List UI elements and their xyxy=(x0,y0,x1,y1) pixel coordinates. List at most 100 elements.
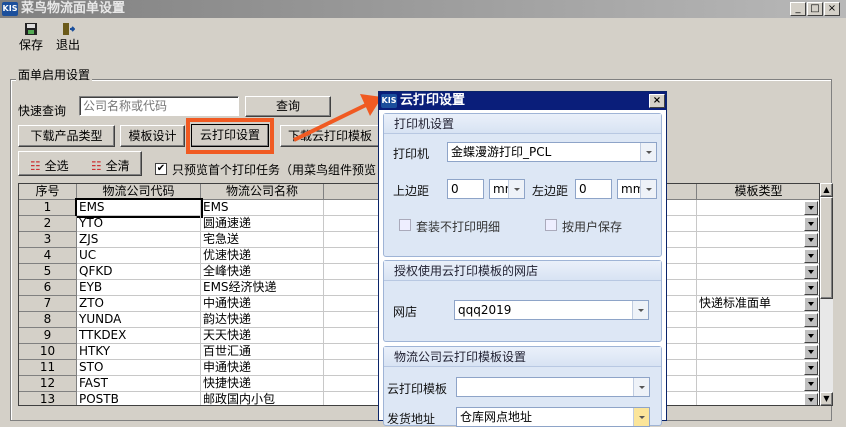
cell-code[interactable]: HTKY xyxy=(77,344,201,360)
scroll-down-icon[interactable]: ▼ xyxy=(820,392,833,406)
dropdown-arrow-icon[interactable] xyxy=(804,361,818,375)
dropdown-arrow-icon[interactable] xyxy=(804,201,818,215)
cell-name[interactable]: 圆通速递 xyxy=(201,216,324,232)
cell-name[interactable]: 韵达快递 xyxy=(201,312,324,328)
cell-type[interactable] xyxy=(697,360,819,376)
exit-button[interactable]: 退出 xyxy=(54,22,82,53)
cell-n[interactable]: 8 xyxy=(19,312,77,328)
window-title: 菜鸟物流面单设置 xyxy=(21,1,126,16)
cell-name[interactable]: 优速快递 xyxy=(201,248,324,264)
cell-n[interactable]: 13 xyxy=(19,392,77,405)
cell-code[interactable]: YTO xyxy=(77,216,201,232)
col-header-index[interactable]: 序号 xyxy=(19,184,77,200)
scroll-up-icon[interactable]: ▲ xyxy=(820,183,833,197)
address-select[interactable]: 仓库网点地址 xyxy=(456,407,650,427)
dropdown-arrow-icon[interactable] xyxy=(804,281,818,295)
dropdown-arrow-icon[interactable] xyxy=(804,393,818,405)
cell-type[interactable] xyxy=(697,344,819,360)
minimize-button[interactable]: _ xyxy=(790,2,806,16)
grid-scrollbar[interactable]: ▲ ▼ xyxy=(820,183,833,406)
cell-code[interactable]: YUNDA xyxy=(77,312,201,328)
select-all-button[interactable]: ☷ 全选 xyxy=(30,157,69,174)
cell-name[interactable]: 申通快递 xyxy=(201,360,324,376)
cell-type[interactable] xyxy=(697,232,819,248)
dropdown-arrow-icon[interactable] xyxy=(804,313,818,327)
cell-type[interactable]: 快递标准面单 xyxy=(697,296,819,312)
save-icon xyxy=(25,23,37,35)
cell-n[interactable]: 12 xyxy=(19,376,77,392)
top-unit-select[interactable]: mm xyxy=(489,179,525,199)
cell-n[interactable]: 6 xyxy=(19,280,77,296)
dropdown-arrow-icon[interactable] xyxy=(804,265,818,279)
cell-type[interactable] xyxy=(697,264,819,280)
cell-code[interactable]: FAST xyxy=(77,376,201,392)
left-margin-input[interactable]: 0 xyxy=(575,179,612,199)
cell-name[interactable]: 邮政国内小包 xyxy=(201,392,324,405)
top-margin-input[interactable]: 0 xyxy=(447,179,484,199)
close-button[interactable]: × xyxy=(824,2,840,16)
preview-checkbox[interactable]: ✔ xyxy=(155,163,167,175)
clear-all-label: 全清 xyxy=(105,159,130,173)
maximize-button[interactable]: □ xyxy=(807,2,823,16)
dropdown-arrow-icon[interactable] xyxy=(804,233,818,247)
col-header-code[interactable]: 物流公司代码 xyxy=(77,184,201,200)
col-header-name[interactable]: 物流公司名称 xyxy=(201,184,324,200)
cell-name[interactable]: EMS xyxy=(201,200,324,216)
cell-name[interactable]: 中通快递 xyxy=(201,296,324,312)
template-select[interactable] xyxy=(456,377,650,397)
left-unit-select[interactable]: mm xyxy=(617,179,657,199)
cell-code[interactable]: ZTO xyxy=(77,296,201,312)
cell-n[interactable]: 9 xyxy=(19,328,77,344)
cell-n[interactable]: 7 xyxy=(19,296,77,312)
cell-n[interactable]: 1 xyxy=(19,200,77,216)
cell-code[interactable]: TTKDEX xyxy=(77,328,201,344)
cell-code[interactable]: STO xyxy=(77,360,201,376)
cell-name[interactable]: 天天快递 xyxy=(201,328,324,344)
cell-n[interactable]: 10 xyxy=(19,344,77,360)
dropdown-arrow-icon[interactable] xyxy=(804,345,818,359)
cell-name[interactable]: 快捷快递 xyxy=(201,376,324,392)
shop-select[interactable]: qqq2019 xyxy=(454,300,649,320)
cell-type[interactable] xyxy=(697,200,819,216)
cell-name[interactable]: EMS经济快递 xyxy=(201,280,324,296)
cloud-print-settings-button[interactable]: 云打印设置 xyxy=(191,124,269,147)
dropdown-arrow-icon[interactable] xyxy=(804,297,818,311)
cell-type[interactable] xyxy=(697,280,819,296)
save-button[interactable]: 保存 xyxy=(18,22,44,53)
cell-type[interactable] xyxy=(697,216,819,232)
search-input[interactable] xyxy=(79,96,239,116)
cell-code[interactable]: POSTB xyxy=(77,392,201,405)
cell-code[interactable]: UC xyxy=(77,248,201,264)
cell-name[interactable]: 百世汇通 xyxy=(201,344,324,360)
by-user-checkbox[interactable] xyxy=(545,219,557,231)
scroll-thumb[interactable] xyxy=(820,197,833,299)
template-design-button[interactable]: 模板设计 xyxy=(120,125,185,147)
col-header-template-type[interactable]: 模板类型 xyxy=(697,184,819,200)
cell-code[interactable]: QFKD xyxy=(77,264,201,280)
cell-n[interactable]: 11 xyxy=(19,360,77,376)
dialog-close-button[interactable]: × xyxy=(649,94,665,108)
cell-type[interactable] xyxy=(697,248,819,264)
cell-n[interactable]: 3 xyxy=(19,232,77,248)
clear-all-button[interactable]: ☷ 全清 xyxy=(91,157,130,174)
cell-n[interactable]: 2 xyxy=(19,216,77,232)
cell-name[interactable]: 全峰快递 xyxy=(201,264,324,280)
cell-type[interactable] xyxy=(697,328,819,344)
dropdown-arrow-icon[interactable] xyxy=(804,329,818,343)
cell-n[interactable]: 4 xyxy=(19,248,77,264)
cell-code[interactable]: ZJS xyxy=(77,232,201,248)
download-product-types-button[interactable]: 下载产品类型 xyxy=(18,125,115,147)
cell-type[interactable] xyxy=(697,392,819,405)
cell-type[interactable] xyxy=(697,376,819,392)
cell-type[interactable] xyxy=(697,312,819,328)
cell-name[interactable]: 宅急送 xyxy=(201,232,324,248)
dropdown-arrow-icon[interactable] xyxy=(804,377,818,391)
cell-code[interactable]: EYB xyxy=(77,280,201,296)
no-detail-checkbox[interactable] xyxy=(399,219,411,231)
printer-select[interactable]: 金蝶漫游打印_PCL xyxy=(447,142,657,162)
dropdown-arrow-icon[interactable] xyxy=(804,217,818,231)
top-margin-label: 上边距 xyxy=(393,184,430,198)
dropdown-arrow-icon[interactable] xyxy=(804,249,818,263)
cell-code[interactable]: EMS xyxy=(75,198,203,218)
cell-n[interactable]: 5 xyxy=(19,264,77,280)
